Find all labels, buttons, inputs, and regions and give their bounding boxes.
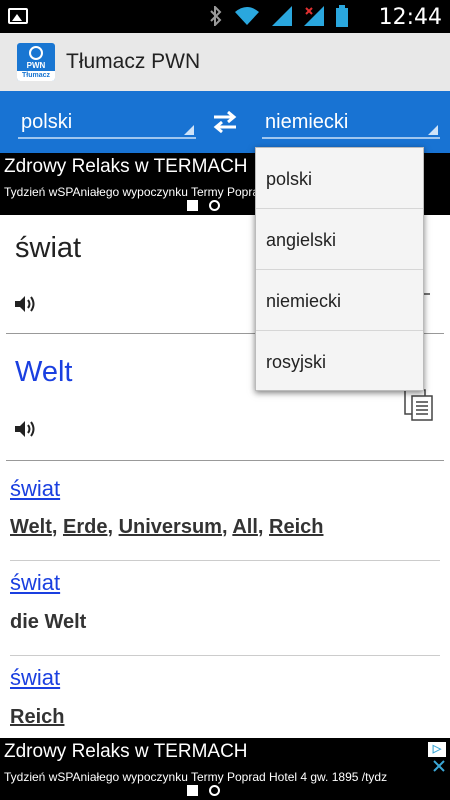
ad-title: Zdrowy Relaks w TERMACH: [4, 741, 248, 762]
translation-link[interactable]: Erde: [63, 516, 107, 538]
option-label: angielski: [266, 230, 337, 250]
translation-text: die Welt: [10, 611, 87, 633]
target-language-select[interactable]: niemiecki: [262, 103, 440, 139]
option-label: rosyjski: [266, 352, 327, 372]
source-term: świat: [15, 232, 82, 264]
app-title: Tłumacz PWN: [66, 50, 201, 73]
stop-icon: [187, 785, 198, 796]
divider: [10, 560, 440, 561]
ad-banner-bottom[interactable]: Zdrowy Relaks w TERMACH Tydzień wSPAniał…: [0, 738, 450, 800]
divider: [10, 655, 440, 656]
dropdown-option-niemiecki[interactable]: niemiecki: [256, 270, 423, 331]
dropdown-option-angielski[interactable]: angielski: [256, 209, 423, 270]
dropdown-arrow-icon: [184, 125, 194, 135]
status-bar: 12:44: [0, 0, 450, 33]
source-language-label: polski: [21, 111, 73, 133]
entry-headword-link[interactable]: świat: [10, 570, 60, 596]
signal-off-icon: [304, 6, 324, 26]
translation-link[interactable]: Reich: [10, 706, 64, 728]
translation-link[interactable]: Welt: [10, 516, 52, 538]
translation-link[interactable]: All: [232, 516, 258, 538]
stop-icon: [187, 200, 198, 211]
dropdown-option-polski[interactable]: polski: [256, 148, 423, 209]
battery-icon: [336, 5, 348, 27]
speaker-icon[interactable]: [13, 294, 37, 314]
app-bar: PWN Tłumacz Tłumacz PWN: [0, 33, 450, 91]
translation-link[interactable]: Universum: [119, 516, 222, 538]
target-term: Welt: [15, 356, 73, 388]
dropdown-arrow-icon: [428, 125, 438, 135]
logo-text: PWN: [26, 61, 46, 70]
ad-close-icon[interactable]: [430, 759, 448, 773]
divider: [6, 460, 444, 461]
target-language-label: niemiecki: [265, 111, 349, 133]
signal-icon: [272, 6, 292, 26]
wifi-icon: [235, 7, 259, 25]
clock: 12:44: [378, 5, 442, 30]
translation-link[interactable]: Reich: [269, 516, 323, 538]
image-icon: [8, 8, 28, 24]
adchoices-icon[interactable]: ▷: [428, 742, 446, 757]
circle-icon: [209, 200, 220, 211]
status-icons: [210, 5, 348, 27]
source-language-select[interactable]: polski: [18, 103, 196, 139]
circle-icon: [209, 785, 220, 796]
language-dropdown: polski angielski niemiecki rosyjski: [255, 147, 424, 391]
ad-title: Zdrowy Relaks w TERMACH: [4, 156, 248, 177]
copy-icon[interactable]: [404, 389, 434, 421]
logo-subtext: Tłumacz: [17, 71, 55, 81]
swap-languages-icon[interactable]: [210, 111, 240, 133]
entry-translations: die Welt: [10, 611, 86, 634]
entry-headword-link[interactable]: świat: [10, 476, 60, 502]
speaker-icon[interactable]: [13, 419, 37, 439]
entry-translations: Reich: [10, 706, 64, 729]
option-label: polski: [266, 169, 313, 189]
entry-translations: Welt, Erde, Universum, All, Reich: [10, 516, 324, 538]
entry-headword-link[interactable]: świat: [10, 665, 60, 691]
app-logo-icon: PWN Tłumacz: [17, 43, 55, 81]
bluetooth-icon: [210, 6, 222, 26]
ad-pager: [187, 785, 220, 796]
ad-pager: [187, 200, 220, 211]
language-bar: polski niemiecki: [0, 91, 450, 153]
ad-subtitle: Tydzień wSPAniałego wypoczynku Termy Pop…: [4, 770, 388, 784]
option-label: niemiecki: [266, 291, 342, 311]
dropdown-option-rosyjski[interactable]: rosyjski: [256, 331, 423, 392]
